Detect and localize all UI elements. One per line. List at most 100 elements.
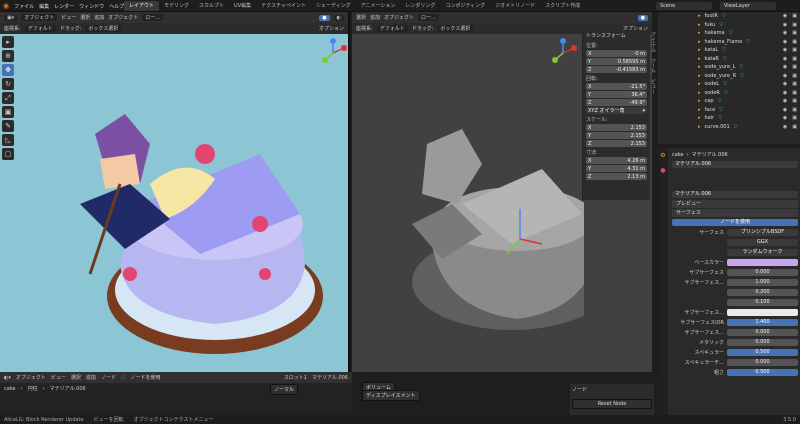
outliner-row[interactable]: ▸ face ▽ ◉ ▣ bbox=[658, 106, 800, 115]
dimension-z-field[interactable]: Z 2.13 m bbox=[586, 173, 647, 180]
mid-transform-orientation[interactable]: ロー... bbox=[418, 14, 439, 21]
tab-modeling[interactable]: モデリング bbox=[159, 1, 194, 11]
shader-property-row[interactable]: ベースカラー bbox=[672, 258, 798, 267]
dimension-x-field[interactable]: X 4.26 m bbox=[586, 157, 647, 164]
reset-node-button[interactable]: Reset Node bbox=[572, 399, 652, 409]
shader-property-row[interactable]: サブサーフェス... 1.000 bbox=[672, 278, 798, 287]
slot-dropdown[interactable]: スロット1 bbox=[284, 374, 307, 381]
mid-menu-add[interactable]: 追加 bbox=[370, 14, 380, 21]
menu-add[interactable]: 追加 bbox=[94, 14, 104, 21]
render-camera-icon[interactable]: ▣ bbox=[792, 39, 797, 45]
surface-section[interactable]: サーフェス bbox=[672, 209, 798, 217]
material-slot-list[interactable]: マテリアル.006 bbox=[672, 160, 798, 169]
shader-menu-add[interactable]: 追加 bbox=[86, 374, 96, 381]
view-layer-field[interactable]: ViewLayer bbox=[720, 2, 776, 10]
select-mode-dropdown[interactable]: ボックス選択 bbox=[85, 25, 122, 32]
tab-scripting[interactable]: スクリプト作成 bbox=[540, 1, 585, 11]
tab-view[interactable]: ビュー bbox=[650, 79, 657, 94]
material-selector[interactable]: マテリアル.006 bbox=[672, 190, 798, 199]
mode-dropdown[interactable]: オブジェクト bbox=[21, 14, 58, 21]
tab-tool[interactable]: ツール bbox=[650, 58, 657, 73]
render-camera-icon[interactable]: ▣ bbox=[792, 98, 797, 104]
displacement-node[interactable]: ディスプレイスメント bbox=[362, 390, 420, 401]
mid-navigation-gizmo-icon[interactable] bbox=[548, 38, 578, 68]
outliner-row[interactable]: ▸ kataR ▽ ◉ ▣ bbox=[658, 55, 800, 64]
tab-sculpt[interactable]: スカルプト bbox=[194, 1, 229, 11]
render-camera-icon[interactable]: ▣ bbox=[792, 22, 797, 28]
material-tab-icon[interactable]: ● bbox=[658, 167, 668, 174]
tab-layout[interactable]: レイアウト bbox=[124, 1, 160, 11]
subsurface-method-dropdown[interactable]: ランダムウォーク bbox=[672, 248, 798, 257]
tab-texture-paint[interactable]: テクスチャペイント bbox=[256, 1, 311, 11]
tab-rendering[interactable]: レンダリング bbox=[400, 1, 440, 11]
scale-tool-icon[interactable]: ⤢ bbox=[2, 92, 14, 104]
render-camera-icon[interactable]: ▣ bbox=[792, 13, 797, 19]
outliner-row[interactable]: ▸ cap ▽ ◉ ▣ bbox=[658, 97, 800, 106]
annotate-tool-icon[interactable]: ✎ bbox=[2, 120, 14, 132]
shader-property-row[interactable]: 0.200 bbox=[672, 288, 798, 297]
options-menu[interactable]: オプション bbox=[319, 25, 344, 32]
preview-section[interactable]: プレビュー bbox=[672, 200, 798, 208]
surface-shader-field[interactable]: サーフェス プリンシプルBSDF bbox=[672, 228, 798, 237]
shader-property-row[interactable]: サブサーフェス... 0.000 bbox=[672, 328, 798, 337]
visibility-eye-icon[interactable]: ◉ bbox=[783, 30, 787, 36]
visibility-eye-icon[interactable]: ◉ bbox=[783, 64, 787, 70]
move-tool-icon[interactable]: ✥ bbox=[2, 64, 14, 76]
menu-file[interactable]: ファイル bbox=[14, 3, 34, 10]
editor-type-icon[interactable]: ▣▾ bbox=[4, 14, 18, 21]
visibility-eye-icon[interactable]: ◉ bbox=[783, 107, 787, 113]
tab-shading[interactable]: シェーディング bbox=[311, 1, 356, 11]
visibility-eye-icon[interactable]: ◉ bbox=[783, 56, 787, 62]
blender-logo-icon[interactable]: ◉ bbox=[3, 2, 9, 10]
location-z-field[interactable]: Z -0.41583 m bbox=[586, 66, 647, 73]
render-camera-icon[interactable]: ▣ bbox=[792, 30, 797, 36]
tab-uv[interactable]: UV編集 bbox=[229, 1, 256, 11]
rotation-y-field[interactable]: Y 36.4° bbox=[586, 91, 647, 98]
dimension-y-field[interactable]: Y 4.31 m bbox=[586, 165, 647, 172]
location-y-field[interactable]: Y 0.58595 m bbox=[586, 58, 647, 65]
outliner-row[interactable]: ▸ footR ▽ ◉ ▣ bbox=[658, 12, 800, 21]
visibility-eye-icon[interactable]: ◉ bbox=[783, 124, 787, 130]
visibility-eye-icon[interactable]: ◉ bbox=[783, 22, 787, 28]
tab-item[interactable]: アイテム bbox=[650, 32, 657, 52]
visibility-eye-icon[interactable]: ◉ bbox=[783, 39, 787, 45]
node-panel-title[interactable]: ノード bbox=[572, 386, 652, 393]
menu-object[interactable]: オブジェクト bbox=[108, 14, 138, 21]
cursor-tool-icon[interactable]: ⊕ bbox=[2, 50, 14, 62]
menu-render[interactable]: レンダー bbox=[54, 3, 74, 10]
outliner-row[interactable]: ▸ sodeR ▽ ◉ ▣ bbox=[658, 89, 800, 98]
render-camera-icon[interactable]: ▣ bbox=[792, 90, 797, 96]
tab-animation[interactable]: アニメーション bbox=[356, 1, 401, 11]
shader-mode-dropdown[interactable]: オブジェクト bbox=[16, 374, 46, 381]
shader-property-row[interactable]: サブサーフェス... bbox=[672, 308, 798, 317]
rotate-tool-icon[interactable]: ↻ bbox=[2, 78, 14, 90]
measure-tool-icon[interactable]: ◺ bbox=[2, 134, 14, 146]
menu-view[interactable]: ビュー bbox=[61, 14, 76, 21]
shader-property-row[interactable]: サブサーフェス 0.000 bbox=[672, 268, 798, 277]
outliner-row[interactable]: ▸ sode_yure_L ▽ ◉ ▣ bbox=[658, 63, 800, 72]
visibility-eye-icon[interactable]: ◉ bbox=[783, 90, 787, 96]
shading-solid-icon[interactable]: ● bbox=[319, 14, 330, 21]
tab-compositing[interactable]: コンポジティング bbox=[440, 1, 490, 11]
outliner-row[interactable]: ▸ curve.001 ▽ ◉ ▣ bbox=[658, 123, 800, 132]
distribution-dropdown[interactable]: GGX bbox=[672, 238, 798, 247]
use-nodes-checkbox[interactable]: ☑ bbox=[121, 375, 125, 381]
shader-property-row[interactable]: 0.100 bbox=[672, 298, 798, 307]
add-cube-tool-icon[interactable]: ▢ bbox=[2, 148, 14, 160]
render-camera-icon[interactable]: ▣ bbox=[792, 47, 797, 53]
orientation-dropdown[interactable]: デフォルト bbox=[24, 25, 56, 32]
menu-help[interactable]: ヘルプ bbox=[109, 3, 124, 10]
shader-property-row[interactable]: 粗さ 0.500 bbox=[672, 368, 798, 377]
shader-menu-view[interactable]: ビュー bbox=[51, 374, 66, 381]
mid-menu-select[interactable]: 選択 bbox=[356, 14, 366, 21]
select-tool-icon[interactable]: ▸ bbox=[2, 36, 14, 48]
rotation-z-field[interactable]: Z -49.9° bbox=[586, 99, 647, 106]
visibility-eye-icon[interactable]: ◉ bbox=[783, 115, 787, 121]
scene-field[interactable]: Scene bbox=[656, 2, 712, 10]
render-camera-icon[interactable]: ▣ bbox=[792, 64, 797, 70]
visibility-eye-icon[interactable]: ◉ bbox=[783, 13, 787, 19]
outliner-row[interactable]: ▸ sodeL ▽ ◉ ▣ bbox=[658, 80, 800, 89]
outliner-row[interactable]: ▸ kataL ▽ ◉ ▣ bbox=[658, 46, 800, 55]
menu-window[interactable]: ウィンドウ bbox=[79, 3, 104, 10]
visibility-eye-icon[interactable]: ◉ bbox=[783, 47, 787, 53]
